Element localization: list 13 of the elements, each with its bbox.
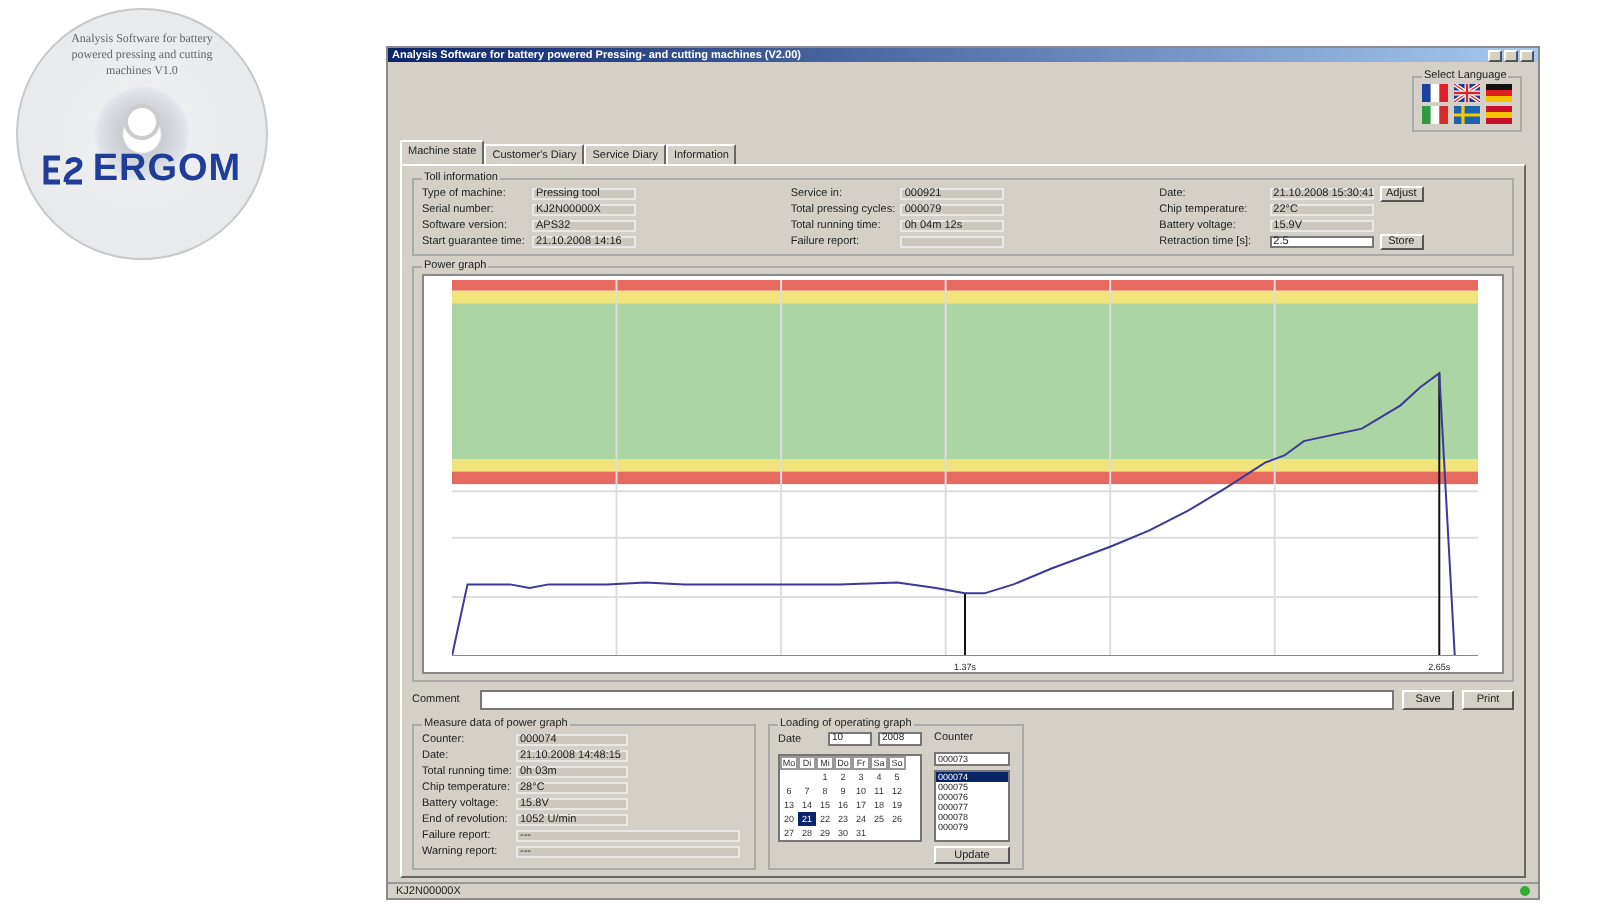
flag-icon[interactable] xyxy=(1486,84,1512,103)
comment-field[interactable] xyxy=(480,690,1394,711)
marker-line xyxy=(964,593,966,657)
minimize-icon[interactable] xyxy=(1488,49,1502,62)
flag-icon[interactable] xyxy=(1454,84,1480,103)
brand-name: ERGOM xyxy=(92,148,242,193)
maximize-icon[interactable] xyxy=(1504,49,1518,62)
flag-icon[interactable] xyxy=(1422,84,1448,103)
status-light-icon xyxy=(1520,886,1530,897)
logo-icon xyxy=(42,154,87,187)
close-icon[interactable] xyxy=(1520,49,1534,62)
field-value xyxy=(900,235,1005,248)
cd-hole xyxy=(124,104,160,141)
